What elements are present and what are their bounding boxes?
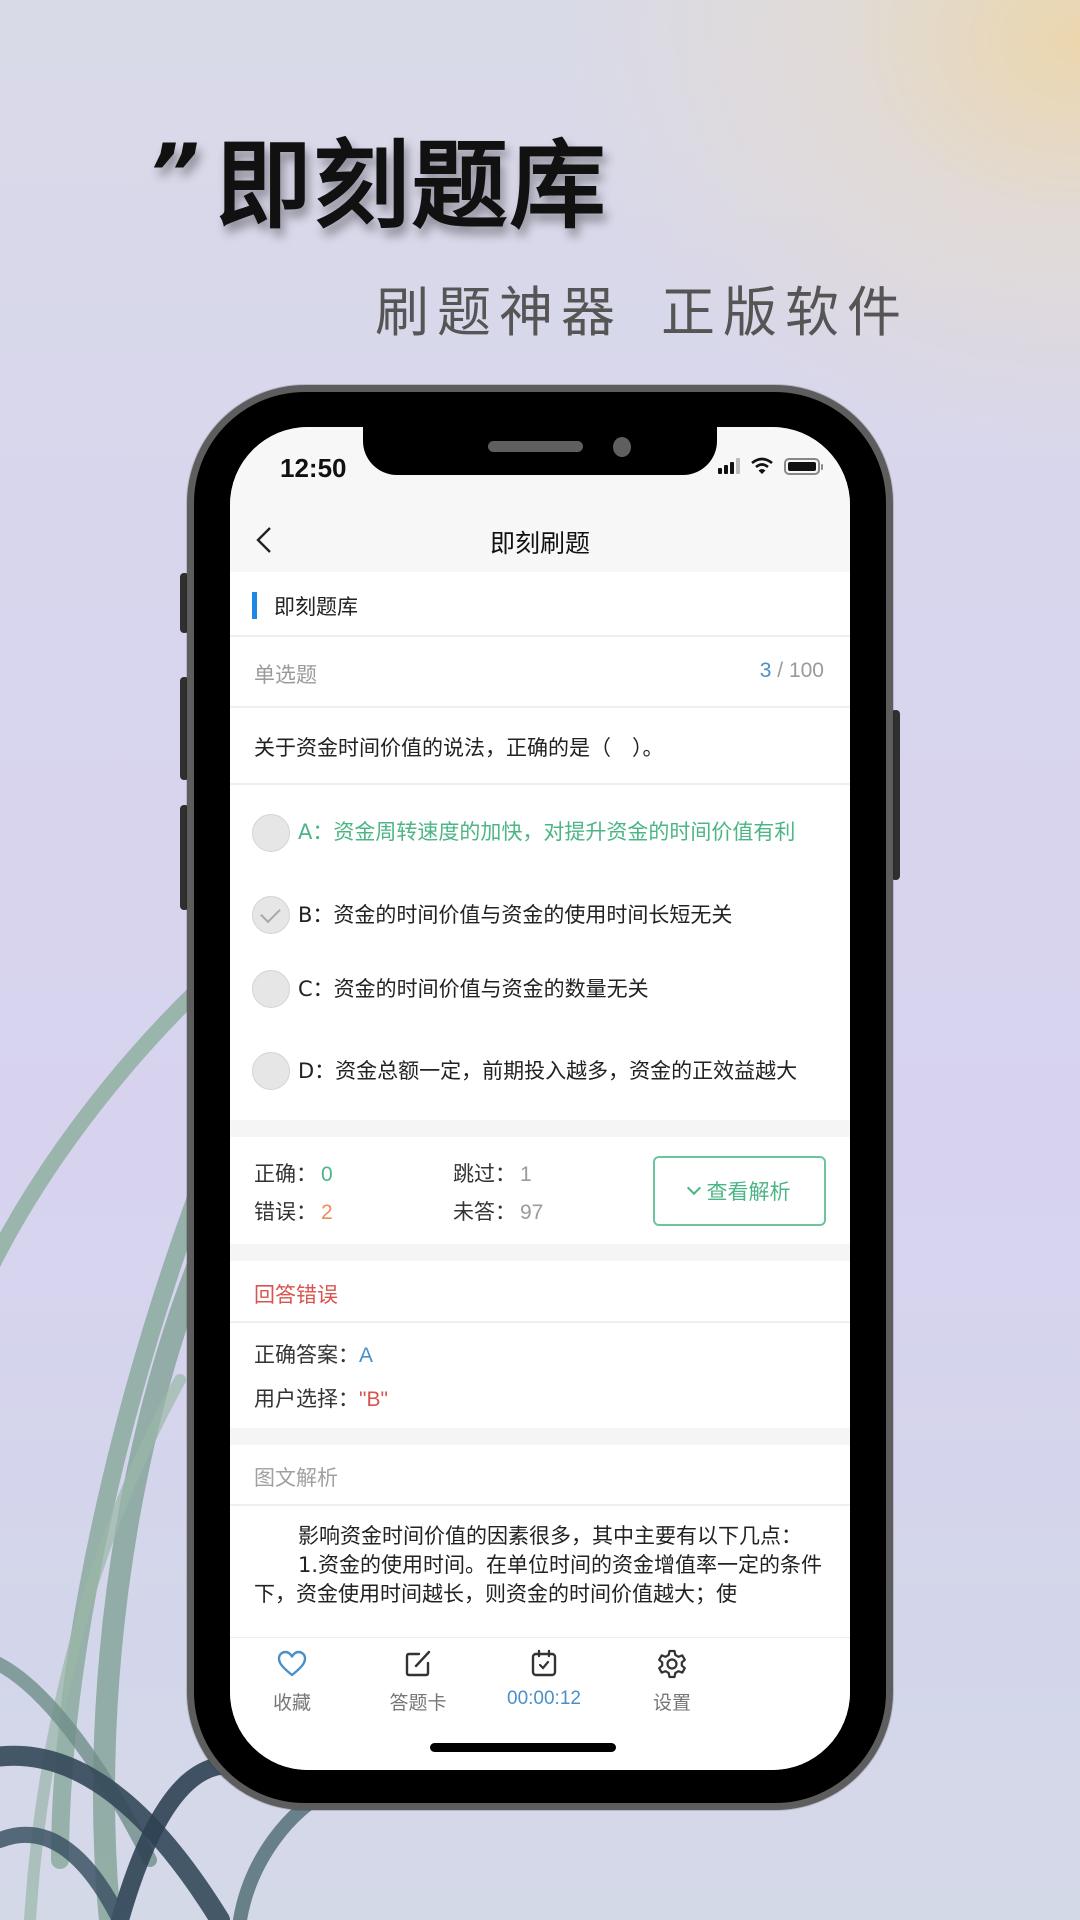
explanation-paragraph: 1.资金的使用时间。在单位时间的资金增值率一定的条件下，资金使用时间越长，则资金… [254,1553,823,1606]
phone-screen: 12:50 即刻刷题 即刻题库 单选题 3 / 100 关于资金时间价值的说法，… [230,427,850,1770]
stat-skipped: 跳过： 1 [453,1158,532,1188]
total-questions: 100 [788,659,824,682]
speaker-grille [488,441,583,452]
options-list: A：资金周转速度的加快，对提升资金的时间价值有利 B：资金的时间价值与资金的使用… [230,785,850,1120]
option-c-text: C：资金的时间价值与资金的数量无关 [298,976,649,1001]
tab-favorite-label: 收藏 [272,1692,311,1714]
tab-timer[interactable]: 00:00:12 [482,1648,606,1710]
hero-subtitle-1: 刷题神器 [375,281,623,344]
status-icons [718,457,823,475]
stat-skipped-value: 1 [520,1163,532,1186]
option-b-text: B：资金的时间价值与资金的使用时间长短无关 [298,902,733,927]
answer-details: 正确答案：A 用户选择："B" [230,1323,850,1428]
section-divider [230,1428,850,1445]
calendar-check-icon [531,1649,557,1677]
question-progress: 3 / 100 [760,659,824,683]
current-question-number: 3 [759,659,772,682]
view-analysis-label: 查看解析 [706,1180,791,1204]
phone-frame: 12:50 即刻刷题 即刻题库 单选题 3 / 100 关于资金时间价值的说法，… [187,385,893,1810]
question-text: 关于资金时间价值的说法，正确的是（ ）。 [254,736,664,760]
stat-unanswered-label: 未答： [453,1200,516,1224]
correct-answer: 正确答案：A [254,1339,373,1369]
heart-icon [277,1650,307,1677]
correct-answer-label: 正确答案： [254,1343,359,1367]
quote-mark: ” [148,127,202,220]
explanation-paragraph: 影响资金时间价值的因素很多，其中主要有以下几点： [298,1524,802,1548]
option-d-text: D：资金总额一定，前期投入越多，资金的正效益越大 [298,1058,798,1083]
stat-unanswered: 未答： 97 [453,1196,543,1226]
status-time: 12:50 [280,453,347,483]
battery-icon [784,457,823,475]
hero-title: ” 即刻题库 [148,108,608,247]
progress-separator: / [771,659,789,682]
hero-subtitle-2: 正版软件 [661,281,909,344]
signal-icon [718,458,740,474]
stats-panel: 正确： 0 错误： 2 跳过： 1 未答： 97 查看解析 [230,1137,850,1244]
view-analysis-button[interactable]: 查看解析 [653,1156,826,1226]
tab-settings[interactable]: 设置 [610,1648,734,1715]
question-type-row: 单选题 3 / 100 [230,637,850,708]
option-b[interactable]: B：资金的时间价值与资金的使用时间长短无关 [230,876,850,954]
stat-wrong: 错误： 2 [254,1196,333,1226]
user-choice-label: 用户选择： [254,1387,359,1411]
radio-d[interactable] [252,1052,290,1090]
correct-answer-value: A [359,1344,374,1367]
nav-bar: 即刻刷题 [230,510,850,572]
option-a[interactable]: A：资金周转速度的加快，对提升资金的时间价值有利 [230,789,850,876]
stat-correct-value: 0 [321,1163,333,1186]
stat-correct-label: 正确： [254,1162,317,1186]
explanation-body: 影响资金时间价值的因素很多，其中主要有以下几点： 1.资金的使用时间。在单位时间… [230,1506,850,1639]
stat-unanswered-value: 97 [520,1201,544,1224]
explanation-header: 图文解析 [230,1445,850,1506]
option-d[interactable]: D：资金总额一定，前期投入越多，资金的正效益越大 [230,1024,850,1118]
quiz-content: 即刻题库 单选题 3 / 100 关于资金时间价值的说法，正确的是（ ）。 A：… [230,572,850,1639]
radio-b-checked[interactable] [252,896,290,934]
option-a-text: A：资金周转速度的加快，对提升资金的时间价值有利 [298,820,796,844]
tab-answer-sheet[interactable]: 答题卡 [356,1648,480,1715]
hero-title-text: 即刻题库 [215,130,608,242]
question-bank-header: 即刻题库 [230,572,850,637]
stat-wrong-label: 错误： [254,1200,317,1224]
stat-correct: 正确： 0 [254,1158,333,1188]
tab-settings-label: 设置 [652,1692,691,1714]
result-header: 回答错误 [230,1261,850,1323]
question-type: 单选题 [254,663,317,687]
user-choice-value: "B" [359,1388,388,1411]
stat-wrong-value: 2 [321,1201,333,1224]
chevron-down-icon [686,1180,701,1196]
gear-icon [658,1649,686,1679]
tab-answer-sheet-label: 答题卡 [389,1692,447,1714]
section-divider [230,1120,850,1137]
radio-c[interactable] [252,970,290,1008]
radio-a[interactable] [252,813,290,852]
question-row: 关于资金时间价值的说法，正确的是（ ）。 [230,708,850,785]
stat-skipped-label: 跳过： [453,1162,516,1186]
phone-notch [363,427,717,475]
result-status: 回答错误 [254,1283,338,1307]
timer-value: 00:00:12 [507,1688,581,1709]
wifi-icon [751,457,773,474]
user-choice: 用户选择："B" [254,1383,388,1413]
accent-bar [252,592,257,619]
tab-favorite[interactable]: 收藏 [230,1648,354,1715]
explanation-heading: 图文解析 [254,1466,338,1490]
home-indicator[interactable] [430,1743,616,1752]
front-camera [613,437,631,457]
hero-subtitle: 刷题神器 正版软件 [375,268,909,347]
section-divider [230,1244,850,1261]
page-title: 即刻刷题 [489,529,590,558]
question-bank-label: 即刻题库 [274,595,358,619]
option-c[interactable]: C：资金的时间价值与资金的数量无关 [230,954,850,1024]
edit-icon [405,1650,431,1677]
